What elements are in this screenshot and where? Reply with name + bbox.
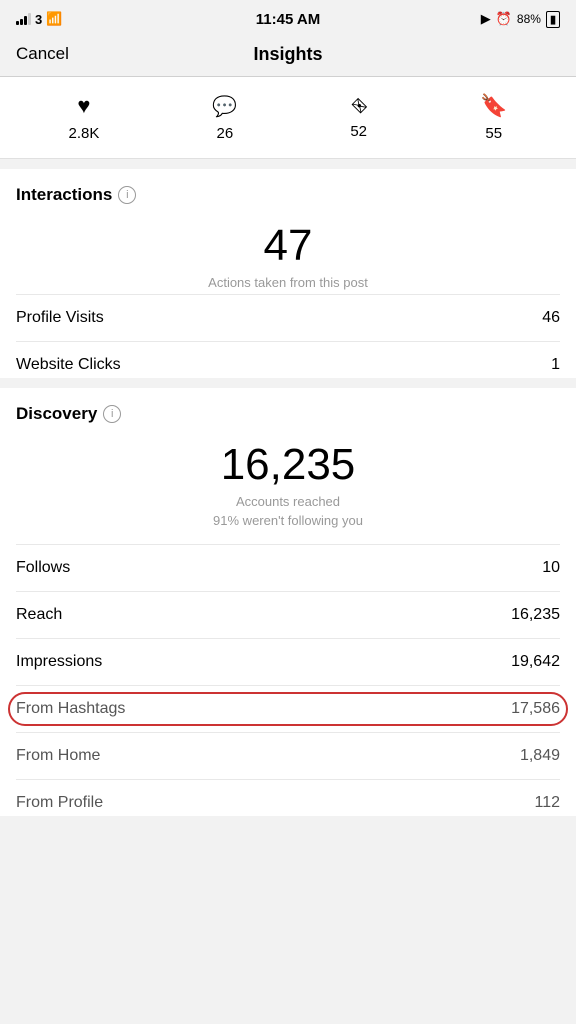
reach-row: Reach 16,235 — [16, 591, 560, 638]
signal-bars — [16, 13, 31, 25]
cancel-button[interactable]: Cancel — [16, 44, 69, 64]
discovery-sub-label: Accounts reached — [16, 494, 560, 509]
carrier-label: 3 — [35, 12, 42, 27]
from-home-row: From Home 1,849 — [16, 732, 560, 779]
status-left: 3 📶 — [16, 11, 62, 27]
website-clicks-row: Website Clicks 1 — [16, 341, 560, 378]
interactions-sub-label: Actions taken from this post — [16, 275, 560, 290]
discovery-sub-label2: 91% weren't following you — [16, 513, 560, 528]
status-bar: 3 📶 11:45 AM ▶ ⏰ 88% ▮ — [0, 0, 576, 36]
nav-bar: Cancel Insights — [0, 36, 576, 77]
from-profile-row: From Profile 112 — [16, 779, 560, 816]
impressions-label: Impressions — [16, 653, 102, 671]
from-profile-label: From Profile — [16, 794, 103, 812]
likes-stat: ♥ 2.8K — [69, 93, 100, 142]
from-home-value: 1,849 — [520, 747, 560, 765]
website-clicks-value: 1 — [551, 356, 560, 374]
heart-icon: ♥ — [77, 93, 90, 119]
reach-value: 16,235 — [511, 606, 560, 624]
website-clicks-label: Website Clicks — [16, 356, 121, 374]
bookmark-icon: 🔖 — [480, 93, 507, 119]
alarm-icon: ⏰ — [496, 11, 512, 27]
discovery-big-number: 16,235 — [16, 440, 560, 490]
interactions-big-number: 47 — [16, 221, 560, 271]
from-hashtags-row: From Hashtags 17,586 — [16, 685, 560, 732]
stats-row: ♥ 2.8K 💬 26 ✉ 52 🔖 55 — [0, 77, 576, 159]
location-icon: ▶ — [481, 11, 491, 27]
from-hashtags-label: From Hashtags — [16, 700, 125, 718]
comments-value: 26 — [217, 125, 234, 142]
profile-visits-row: Profile Visits 46 — [16, 294, 560, 341]
from-profile-value: 112 — [534, 794, 560, 812]
wifi-icon: 📶 — [46, 11, 62, 27]
interactions-header: Interactions i — [16, 185, 560, 205]
shares-stat: ✉ 52 — [350, 96, 367, 140]
discovery-header: Discovery i — [16, 404, 560, 424]
impressions-row: Impressions 19,642 — [16, 638, 560, 685]
reach-label: Reach — [16, 606, 62, 624]
from-home-label: From Home — [16, 747, 100, 765]
interactions-section: Interactions i 47 Actions taken from thi… — [0, 169, 576, 378]
battery-icon: ▮ — [546, 11, 560, 28]
discovery-info-icon[interactable]: i — [103, 405, 121, 423]
share-icon: ✉ — [346, 93, 372, 119]
comment-icon: 💬 — [212, 94, 237, 119]
shares-value: 52 — [350, 123, 367, 140]
status-time: 11:45 AM — [256, 11, 320, 28]
saves-stat: 🔖 55 — [480, 93, 507, 142]
follows-value: 10 — [542, 559, 560, 577]
comments-stat: 💬 26 — [212, 94, 237, 142]
battery-percent: 88% — [517, 12, 541, 26]
discovery-section: Discovery i 16,235 Accounts reached 91% … — [0, 388, 576, 816]
discovery-title: Discovery — [16, 404, 97, 424]
follows-row: Follows 10 — [16, 544, 560, 591]
follows-label: Follows — [16, 559, 70, 577]
saves-value: 55 — [485, 125, 502, 142]
likes-value: 2.8K — [69, 125, 100, 142]
from-hashtags-value: 17,586 — [511, 700, 560, 718]
interactions-title: Interactions — [16, 185, 112, 205]
status-right: ▶ ⏰ 88% ▮ — [481, 11, 560, 28]
impressions-value: 19,642 — [511, 653, 560, 671]
page-title: Insights — [253, 44, 322, 65]
profile-visits-label: Profile Visits — [16, 309, 104, 327]
interactions-info-icon[interactable]: i — [118, 186, 136, 204]
profile-visits-value: 46 — [542, 309, 560, 327]
